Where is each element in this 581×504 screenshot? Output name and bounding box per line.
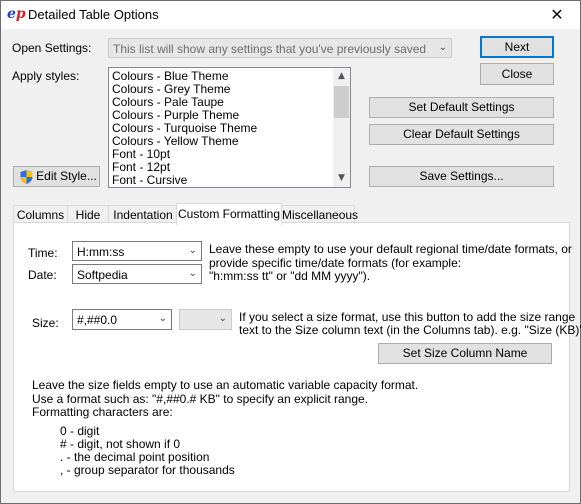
chevron-down-icon: ⌄	[438, 42, 447, 53]
title-bar: ep Detailed Table Options ✕	[1, 1, 580, 29]
size-format-input[interactable]: #,##0.0 ⌄	[72, 309, 172, 330]
chevron-down-icon[interactable]: ⌄	[159, 313, 167, 324]
tab-custom-formatting[interactable]: Custom Formatting	[176, 203, 282, 225]
time-label: Time:	[28, 246, 58, 260]
list-item[interactable]: Font - Cursive	[112, 174, 257, 187]
apply-styles-list[interactable]: Colours - Blue Theme Colours - Grey Them…	[108, 67, 351, 188]
close-window-icon[interactable]: ✕	[534, 1, 580, 29]
apply-styles-label: Apply styles:	[12, 69, 80, 83]
format-char-item: 0 - digit	[60, 424, 100, 438]
format-char-item: , - group separator for thousands	[60, 463, 235, 477]
date-label: Date:	[28, 268, 57, 282]
scroll-thumb[interactable]	[334, 86, 349, 118]
open-settings-label: Open Settings:	[12, 41, 92, 55]
datetime-help-line-3: "h:mm:ss tt" or "dd MM yyyy").	[209, 269, 371, 283]
edit-style-button[interactable]: Edit Style...	[13, 166, 100, 187]
time-format-input[interactable]: H:mm:ss ⌄	[72, 241, 202, 261]
app-logo-icon: ep	[7, 6, 26, 22]
chevron-down-icon[interactable]: ⌄	[189, 245, 197, 256]
note-line: Formatting characters are:	[32, 405, 173, 419]
chevron-down-icon[interactable]: ⌄	[219, 313, 227, 324]
scroll-down-icon[interactable]: ▼	[333, 170, 350, 187]
chevron-down-icon[interactable]: ⌄	[189, 268, 197, 279]
note-line: Use a format such as: "#,##0.# KB" to sp…	[32, 392, 369, 406]
close-button[interactable]: Close	[480, 63, 554, 85]
datetime-help-line-1: Leave these empty to use your default re…	[209, 242, 572, 256]
set-default-settings-button[interactable]: Set Default Settings	[369, 97, 554, 118]
size-unit-dropdown[interactable]: ⌄	[179, 309, 232, 330]
next-button[interactable]: Next	[480, 36, 554, 58]
time-format-value: H:mm:ss	[77, 245, 125, 259]
dialog-window: ep Detailed Table Options ✕ Open Setting…	[0, 0, 581, 504]
size-format-value: #,##0.0	[77, 313, 118, 327]
clear-default-settings-button[interactable]: Clear Default Settings	[369, 124, 554, 145]
datetime-help-line-2: provide specific time/date formats (for …	[209, 256, 462, 270]
uac-shield-icon	[20, 170, 33, 184]
window-title: Detailed Table Options	[28, 7, 159, 22]
save-settings-button[interactable]: Save Settings...	[369, 166, 554, 187]
date-format-input[interactable]: Softpedia ⌄	[72, 264, 202, 284]
open-settings-value: This list will show any settings that yo…	[113, 42, 427, 56]
date-format-value: Softpedia	[77, 268, 128, 282]
size-help-line-2: text to the Size column text (in the Col…	[239, 323, 581, 337]
note-line: Leave the size fields empty to use an au…	[32, 378, 419, 392]
format-char-item: # - digit, not shown if 0	[60, 437, 181, 451]
edit-style-label: Edit Style...	[36, 169, 97, 183]
list-scrollbar[interactable]: ▲ ▼	[333, 68, 350, 187]
open-settings-dropdown[interactable]: This list will show any settings that yo…	[108, 38, 452, 58]
set-size-column-name-button[interactable]: Set Size Column Name	[378, 343, 552, 364]
custom-formatting-panel: Time: H:mm:ss ⌄ Date: Softpedia ⌄ Leave …	[13, 222, 581, 492]
format-char-item: . - the decimal point position	[60, 450, 210, 464]
size-help-line-1: If you select a size format, use this bu…	[239, 310, 576, 324]
size-label: Size:	[32, 316, 59, 330]
scroll-up-icon[interactable]: ▲	[333, 68, 350, 85]
